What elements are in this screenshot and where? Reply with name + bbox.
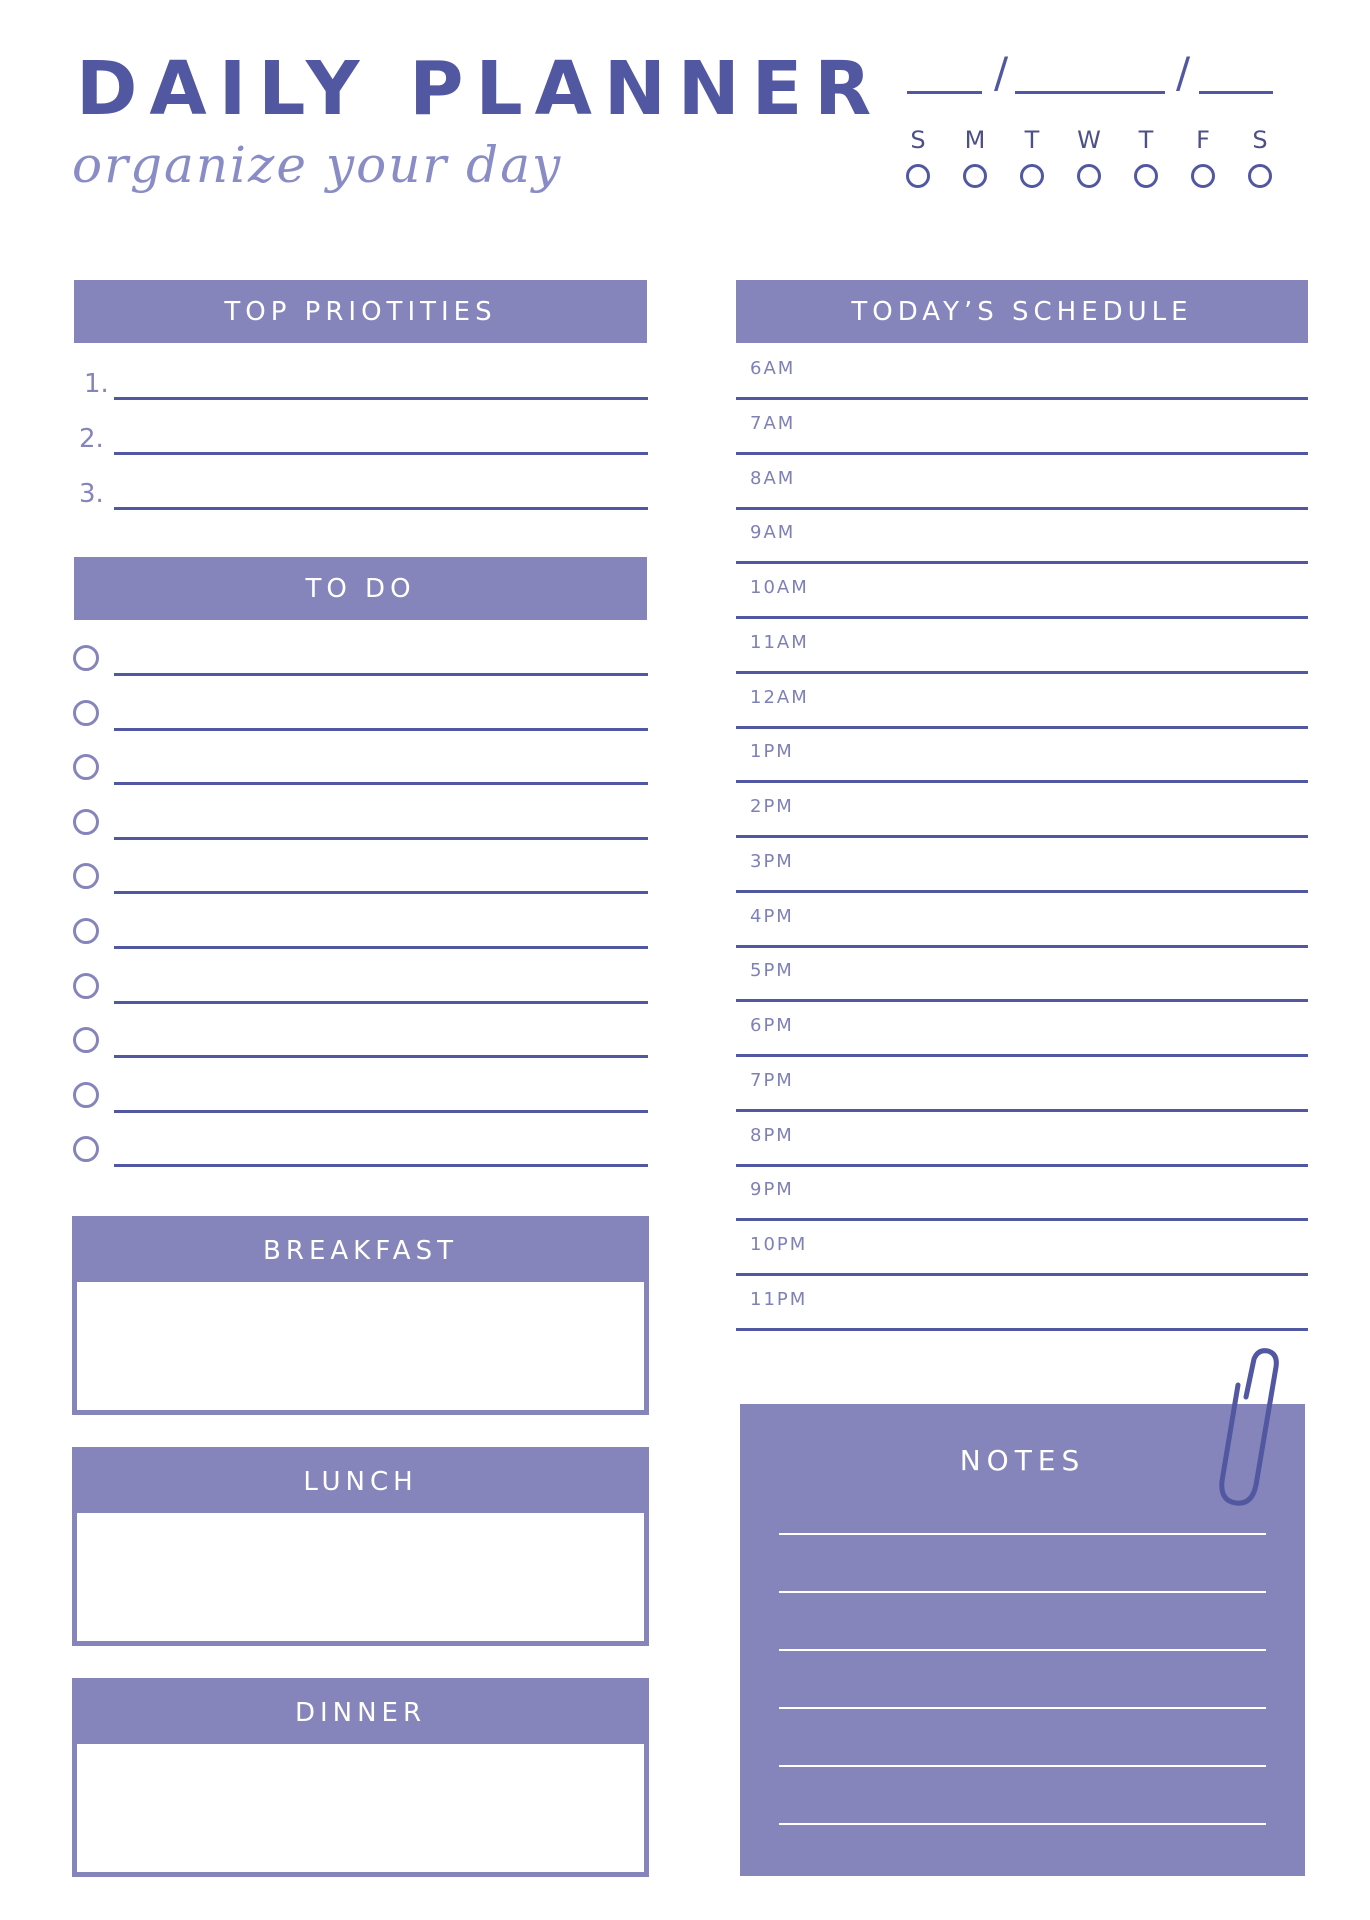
schedule-line bbox=[736, 451, 1308, 455]
notes-line[interactable] bbox=[779, 1649, 1266, 1651]
todo-line[interactable] bbox=[114, 1164, 648, 1168]
priority-number: 3. bbox=[79, 479, 104, 509]
weekday-checkbox[interactable] bbox=[1020, 164, 1044, 188]
schedule-header: TODAY’S SCHEDULE bbox=[736, 280, 1308, 343]
schedule-line bbox=[736, 561, 1308, 565]
todo-checkbox[interactable] bbox=[73, 645, 99, 671]
breakfast-header: BREAKFAST bbox=[76, 1220, 645, 1282]
todo-checkbox[interactable] bbox=[73, 1081, 99, 1108]
schedule-line bbox=[736, 835, 1308, 838]
schedule-time-label: 8PM bbox=[750, 1124, 794, 1146]
weekday-checkbox[interactable] bbox=[1248, 164, 1272, 188]
date-month-line[interactable] bbox=[1015, 91, 1165, 94]
schedule-time-label: 3PM bbox=[750, 850, 794, 872]
schedule-time-label: 12AM bbox=[750, 686, 809, 708]
schedule-line bbox=[736, 1108, 1308, 1112]
priority-number: 2. bbox=[79, 424, 104, 454]
notes-line[interactable] bbox=[779, 1765, 1266, 1767]
lunch-header: LUNCH bbox=[76, 1451, 645, 1513]
schedule-time-label: 9AM bbox=[750, 522, 796, 544]
todo-line[interactable] bbox=[114, 891, 648, 895]
todo-line[interactable] bbox=[114, 1109, 648, 1113]
weekday-label: T bbox=[1024, 126, 1040, 154]
weekday-label: M bbox=[964, 126, 986, 154]
page-title: DAILY PLANNER bbox=[76, 46, 884, 132]
dinner-header: DINNER bbox=[76, 1682, 645, 1744]
weekday-checkbox[interactable] bbox=[963, 164, 987, 188]
schedule-line bbox=[736, 889, 1308, 893]
schedule-time-label: 9PM bbox=[750, 1179, 794, 1201]
priorities-header: TOP PRIOTITIES bbox=[74, 280, 647, 343]
todo-checkbox[interactable] bbox=[73, 699, 99, 726]
todo-line[interactable] bbox=[114, 782, 648, 786]
todo-checkbox[interactable] bbox=[73, 972, 99, 999]
date-slash: / bbox=[994, 48, 1009, 97]
schedule-line bbox=[736, 944, 1308, 948]
schedule-time-label: 7AM bbox=[750, 412, 796, 434]
schedule-line bbox=[736, 725, 1308, 729]
todo-checkbox[interactable] bbox=[73, 863, 99, 890]
weekday-checkbox[interactable] bbox=[1077, 164, 1101, 188]
weekday-label: S bbox=[1252, 126, 1268, 154]
schedule-time-label: 11PM bbox=[750, 1288, 808, 1310]
weekday-label: S bbox=[910, 126, 926, 154]
schedule-line bbox=[736, 780, 1308, 784]
schedule-time-label: 2PM bbox=[750, 796, 794, 817]
schedule-line bbox=[736, 1054, 1308, 1057]
todo-line[interactable] bbox=[114, 727, 648, 731]
todo-checkbox[interactable] bbox=[73, 1027, 99, 1054]
weekday-checkbox[interactable] bbox=[906, 164, 930, 188]
weekday-label: W bbox=[1077, 126, 1101, 154]
lunch-box[interactable]: LUNCH bbox=[72, 1447, 649, 1646]
date-year-line[interactable] bbox=[1199, 91, 1273, 94]
schedule-line bbox=[736, 1273, 1308, 1276]
priority-line[interactable] bbox=[114, 507, 648, 510]
schedule-line bbox=[736, 1218, 1308, 1222]
weekday-label: T bbox=[1138, 126, 1154, 154]
todo-checkbox[interactable] bbox=[73, 754, 99, 781]
breakfast-box[interactable]: BREAKFAST bbox=[72, 1216, 649, 1415]
schedule-line bbox=[736, 506, 1308, 510]
schedule-time-label: 11AM bbox=[750, 631, 809, 653]
schedule-time-label: 10PM bbox=[750, 1234, 808, 1255]
schedule-line bbox=[736, 397, 1308, 400]
schedule-line bbox=[736, 670, 1308, 674]
notes-line[interactable] bbox=[779, 1823, 1266, 1825]
schedule-time-label: 8AM bbox=[750, 467, 796, 489]
weekday-label: F bbox=[1196, 126, 1210, 154]
date-slash: / bbox=[1176, 48, 1191, 97]
page-subtitle: organize your day bbox=[72, 136, 563, 194]
schedule-time-label: 5PM bbox=[750, 960, 794, 982]
dinner-box[interactable]: DINNER bbox=[72, 1678, 649, 1877]
schedule-time-label: 7PM bbox=[750, 1069, 794, 1091]
schedule-time-label: 1PM bbox=[750, 741, 794, 763]
notes-line[interactable] bbox=[779, 1707, 1266, 1709]
todo-line[interactable] bbox=[114, 673, 648, 676]
schedule-time-label: 6PM bbox=[750, 1015, 794, 1036]
todo-line[interactable] bbox=[114, 946, 648, 949]
schedule-time-label: 4PM bbox=[750, 905, 794, 927]
todo-line[interactable] bbox=[114, 1055, 648, 1059]
priority-line[interactable] bbox=[114, 397, 648, 400]
schedule-time-label: 10AM bbox=[750, 577, 809, 598]
schedule-time-label: 6AM bbox=[750, 358, 796, 379]
schedule-line bbox=[736, 999, 1308, 1003]
schedule-line bbox=[736, 1163, 1308, 1167]
todo-checkbox[interactable] bbox=[73, 918, 99, 944]
date-day-line[interactable] bbox=[907, 91, 982, 94]
weekday-checkbox[interactable] bbox=[1134, 164, 1158, 188]
priority-number: 1. bbox=[84, 369, 109, 399]
todo-header: TO DO bbox=[74, 557, 647, 620]
schedule-line bbox=[736, 1327, 1308, 1331]
weekday-checkbox[interactable] bbox=[1191, 164, 1215, 188]
todo-checkbox[interactable] bbox=[73, 1136, 99, 1163]
schedule-line bbox=[736, 616, 1308, 619]
todo-checkbox[interactable] bbox=[73, 808, 99, 835]
todo-line[interactable] bbox=[114, 1000, 648, 1004]
todo-line[interactable] bbox=[114, 836, 648, 840]
notes-line[interactable] bbox=[779, 1533, 1266, 1535]
notes-line[interactable] bbox=[779, 1591, 1266, 1593]
paperclip-icon bbox=[1219, 1348, 1279, 1506]
priority-line[interactable] bbox=[114, 452, 648, 455]
